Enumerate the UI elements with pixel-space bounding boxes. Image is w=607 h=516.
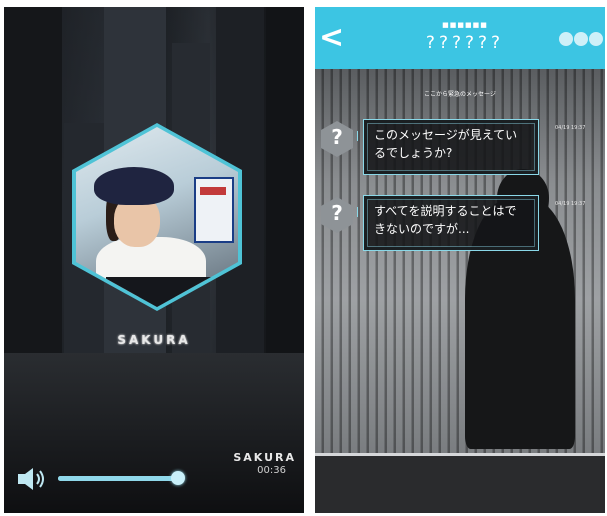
- artist-logo: SAKURA: [117, 333, 191, 347]
- header-subtitle: ■■■■■■: [442, 21, 488, 29]
- message-bubble[interactable]: すべてを説明することはできないのですが...: [363, 195, 539, 251]
- volume-slider[interactable]: [58, 471, 186, 485]
- message-bubble[interactable]: このメッセージが見えているでしょうか?: [363, 119, 539, 175]
- speaker-icon[interactable]: [16, 465, 48, 493]
- chat-screen: < ■■■■■■ ?????? ここから緊急のメッセージ ? このメッセージが見…: [315, 7, 605, 513]
- dot: [589, 32, 603, 46]
- message-row: ? このメッセージが見えているでしょうか? 04/19 19:37: [321, 119, 601, 189]
- dot: [559, 32, 573, 46]
- volume-slider-fill: [58, 476, 179, 481]
- music-player-screen: SAKURA SAKURA 00:36: [4, 7, 304, 513]
- message-timestamp: 04/19 19:37: [555, 125, 586, 131]
- photo-beret: [94, 167, 174, 205]
- elapsed-time: 00:36: [257, 465, 286, 476]
- chat-banner: ここから緊急のメッセージ: [424, 91, 496, 98]
- photo-sign: [194, 177, 234, 243]
- message-row: ? すべてを説明することはできないのですが... 04/19 19:37: [321, 195, 601, 265]
- background-street: [4, 353, 304, 513]
- dot: [574, 32, 588, 46]
- chat-header: < ■■■■■■ ??????: [315, 7, 605, 69]
- more-dots-icon[interactable]: [558, 31, 603, 47]
- artist-logo-small: SAKURA: [233, 451, 296, 464]
- chat-title: ??????: [425, 33, 505, 53]
- album-art-photo: [76, 127, 238, 307]
- avatar-label: ?: [331, 125, 343, 149]
- avatar-label: ?: [331, 201, 343, 225]
- album-art[interactable]: [72, 123, 242, 311]
- chat-footer: [315, 453, 605, 513]
- message-timestamp: 04/19 19:37: [555, 201, 586, 207]
- chevron-left-icon[interactable]: <: [319, 21, 347, 55]
